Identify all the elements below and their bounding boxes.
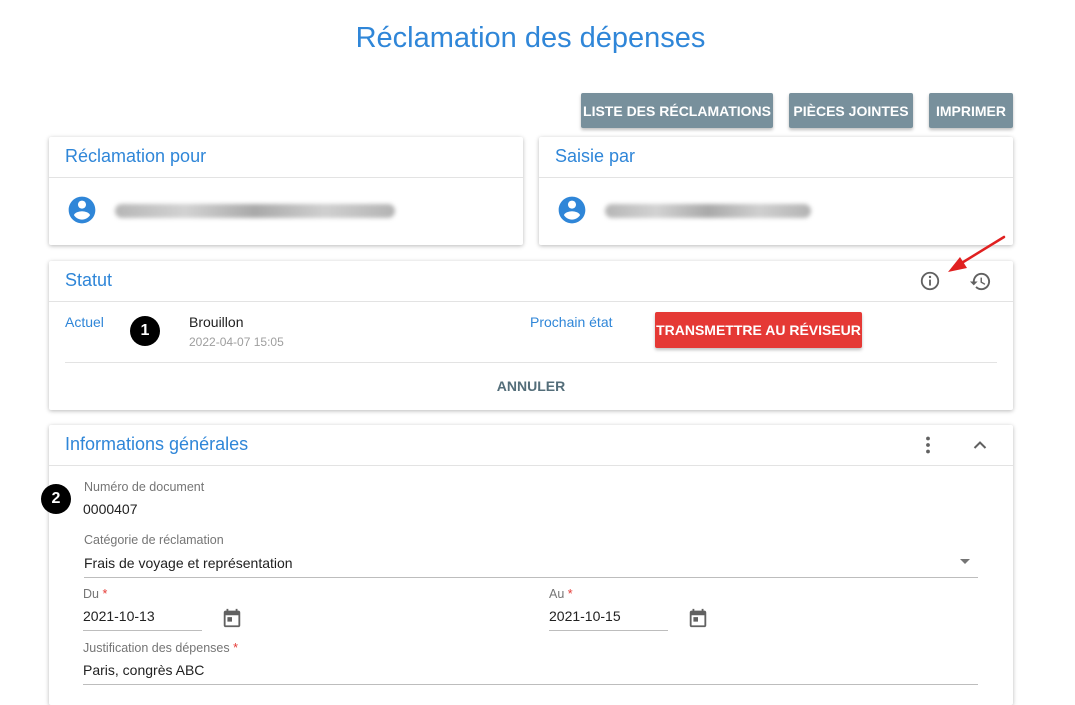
claims-list-button[interactable]: LISTE DES RÉCLAMATIONS: [581, 93, 773, 128]
justification-label: Justification des dépenses *: [83, 641, 238, 655]
current-status-date: 2022-04-07 15:05: [189, 335, 284, 349]
justification-underline: [83, 684, 978, 685]
cancel-button[interactable]: ANNULER: [481, 372, 581, 400]
justification-input[interactable]: Paris, congrès ABC: [83, 662, 204, 678]
general-info-card: Informations générales 2 Numéro de docum…: [41, 425, 1013, 705]
claim-category-underline: [84, 577, 978, 578]
to-date-label: Au *: [549, 587, 573, 601]
page-title: Réclamation des dépenses: [355, 22, 706, 54]
print-button[interactable]: IMPRIMER: [929, 93, 1013, 128]
account-circle-icon: [68, 196, 96, 224]
more-vert-icon: [926, 436, 930, 454]
general-info-title: Informations générales: [65, 434, 249, 454]
current-status-value: Brouillon: [189, 314, 244, 330]
annotation-arrow-icon: [948, 235, 1006, 272]
claim-category-select[interactable]: Frais de voyage et représentation: [84, 555, 293, 571]
annotation-marker-1: 1: [130, 316, 160, 346]
collapse-button[interactable]: [967, 432, 993, 458]
claim-for-card: Réclamation pour: [49, 137, 523, 245]
to-date-input[interactable]: 2021-10-15: [549, 608, 621, 624]
status-header: Statut: [49, 261, 1013, 302]
status-title: Statut: [65, 270, 113, 290]
calendar-icon: [689, 608, 707, 628]
attachments-button[interactable]: PIÈCES JOINTES: [789, 93, 913, 128]
from-date-calendar-button[interactable]: [219, 605, 245, 631]
claim-for-header: Réclamation pour: [49, 137, 523, 178]
from-date-label: Du *: [83, 587, 108, 601]
calendar-icon: [223, 608, 241, 628]
document-number-value: 0000407: [83, 501, 138, 517]
general-info-header: Informations générales: [49, 425, 1013, 466]
to-date-underline: [549, 630, 668, 631]
claim-for-title: Réclamation pour: [65, 146, 207, 166]
from-date-input[interactable]: 2021-10-13: [83, 608, 155, 624]
info-icon: [920, 271, 940, 291]
entered-by-name-redacted: [605, 204, 811, 218]
chevron-up-icon: [973, 441, 987, 449]
current-status-label: Actuel: [65, 314, 104, 330]
dropdown-arrow-icon[interactable]: [958, 557, 972, 567]
document-number-label: Numéro de document: [84, 480, 205, 494]
next-state-label: Prochain état: [530, 314, 613, 330]
annotation-marker-2: 2: [41, 484, 71, 514]
entered-by-title: Saisie par: [555, 146, 636, 166]
from-date-underline: [83, 630, 202, 631]
status-divider: [65, 362, 997, 363]
status-card: Statut Actuel 1 Brouillon 2022-04-07 15:…: [49, 261, 1013, 410]
entered-by-header: Saisie par: [539, 137, 1013, 178]
claimant-name-redacted: [115, 204, 395, 218]
entered-by-card: Saisie par: [539, 137, 1013, 245]
claim-category-label: Catégorie de réclamation: [84, 533, 224, 547]
more-options-button[interactable]: [915, 432, 941, 458]
account-circle-icon: [558, 196, 586, 224]
transmit-to-reviewer-button[interactable]: TRANSMETTRE AU RÉVISEUR: [655, 312, 862, 348]
to-date-calendar-button[interactable]: [685, 605, 711, 631]
